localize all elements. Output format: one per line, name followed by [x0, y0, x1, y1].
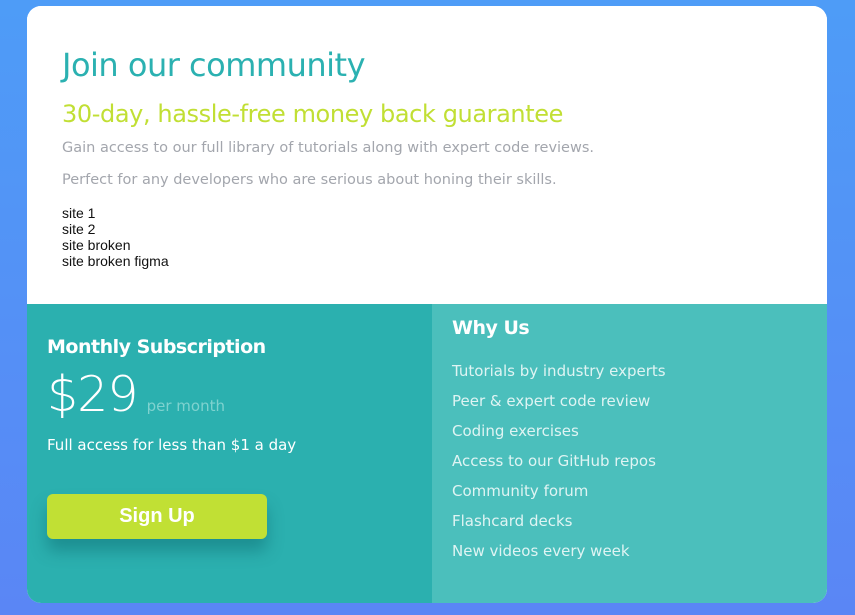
site-links-list: site 1 site 2 site broken site broken fi…: [62, 205, 169, 269]
price-period: per month: [146, 397, 225, 415]
price-row: $29 per month: [47, 366, 225, 423]
pricing-card: Join our community 30-day, hassle-free m…: [27, 6, 827, 603]
why-us-panel: Why Us Tutorials by industry experts Pee…: [432, 304, 827, 603]
why-us-list: Tutorials by industry experts Peer & exp…: [452, 356, 666, 566]
why-us-item: New videos every week: [452, 542, 630, 560]
why-us-item: Flashcard decks: [452, 512, 573, 530]
page-title: Join our community: [62, 46, 366, 84]
site-link[interactable]: site broken: [62, 237, 169, 253]
site-link[interactable]: site 2: [62, 221, 169, 237]
site-link[interactable]: site 1: [62, 205, 169, 221]
why-us-item: Community forum: [452, 482, 589, 500]
why-us-item: Coding exercises: [452, 422, 579, 440]
why-us-item: Access to our GitHub repos: [452, 452, 656, 470]
sign-up-button[interactable]: Sign Up: [47, 494, 267, 539]
subscription-title: Monthly Subscription: [47, 336, 266, 358]
why-us-item: Tutorials by industry experts: [452, 362, 666, 380]
price-amount: $29: [47, 366, 139, 423]
community-section: Join our community 30-day, hassle-free m…: [27, 6, 827, 304]
description-text: Gain access to our full library of tutor…: [62, 140, 595, 156]
why-us-title: Why Us: [452, 317, 530, 339]
description-text: Perfect for any developers who are serio…: [62, 172, 557, 188]
subscription-note: Full access for less than $1 a day: [47, 436, 297, 454]
why-us-item: Peer & expert code review: [452, 392, 651, 410]
site-link[interactable]: site broken figma: [62, 253, 169, 269]
guarantee-heading: 30-day, hassle-free money back guarantee: [62, 100, 563, 128]
subscription-panel: Monthly Subscription $29 per month Full …: [27, 304, 432, 603]
